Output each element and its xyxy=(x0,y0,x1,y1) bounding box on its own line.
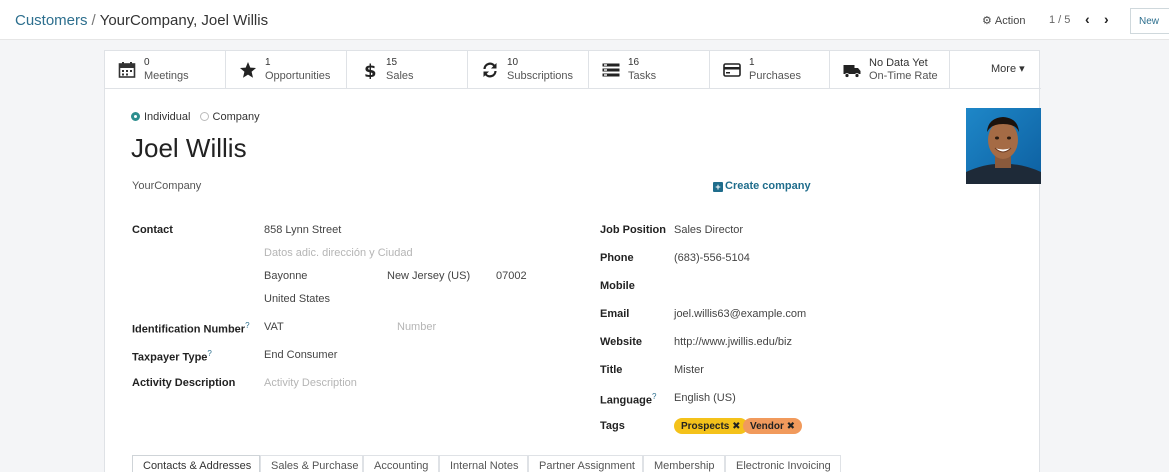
tag-vendor[interactable]: Vendor ✖ xyxy=(743,418,803,434)
email-field[interactable]: joel.willis63@example.com xyxy=(674,308,806,320)
subscriptions-count: 10 xyxy=(507,57,519,68)
meetings-label: Meetings xyxy=(144,70,189,82)
individual-option[interactable]: Individual xyxy=(131,111,190,123)
create-company-button[interactable]: + Create company xyxy=(713,180,811,192)
svg-text:$: $ xyxy=(364,61,377,79)
phone-label: Phone xyxy=(600,252,634,264)
parent-company-field[interactable]: YourCompany xyxy=(132,180,201,192)
title-select[interactable]: Mister xyxy=(674,364,704,376)
calendar-icon xyxy=(118,62,136,78)
sales-smart-button[interactable]: $ 15 Sales xyxy=(347,51,468,88)
breadcrumb-current: YourCompany, Joel Willis xyxy=(99,12,269,29)
plus-square-icon: + xyxy=(713,182,723,192)
star-icon xyxy=(240,62,256,78)
country-field[interactable]: United States xyxy=(264,293,330,305)
meetings-count: 0 xyxy=(144,57,150,68)
sales-label: Sales xyxy=(386,70,414,82)
opportunities-label: Opportunities xyxy=(265,70,331,82)
activity-description-input[interactable]: Activity Description xyxy=(264,377,357,389)
smart-button-box: 0 Meetings 1 Opportunities $ 15 Sales 10… xyxy=(105,51,1041,89)
identification-number-input[interactable]: Number xyxy=(397,321,436,333)
city-field[interactable]: Bayonne xyxy=(264,270,307,282)
identification-number-label: Identification Number? xyxy=(132,321,250,336)
street-field[interactable]: 858 Lynn Street xyxy=(264,224,341,236)
purchases-smart-button[interactable]: 1 Purchases xyxy=(710,51,830,88)
email-label: Email xyxy=(600,308,630,320)
on-time-rate-smart-button[interactable]: No Data Yet On-Time Rate xyxy=(830,51,950,88)
avatar[interactable] xyxy=(966,108,1041,184)
chevron-right-icon[interactable]: › xyxy=(1104,11,1109,27)
breadcrumb: Customers / YourCompany, Joel Willis xyxy=(15,12,268,29)
action-label: Action xyxy=(994,15,1026,27)
action-button[interactable]: ⚙ Action xyxy=(982,14,1025,27)
mobile-label: Mobile xyxy=(600,280,635,292)
chevron-left-icon[interactable]: ‹ xyxy=(1085,11,1090,27)
purchases-count: 1 xyxy=(749,57,755,68)
tasks-smart-button[interactable]: 16 Tasks xyxy=(589,51,710,88)
more-dropdown-button[interactable]: More ▾ xyxy=(950,51,1041,88)
title-label: Title xyxy=(600,364,623,376)
avatar-photo-icon xyxy=(966,108,1041,184)
tab-membership[interactable]: Membership xyxy=(643,455,725,472)
zip-field[interactable]: 07002 xyxy=(496,270,527,282)
help-icon[interactable]: ? xyxy=(652,392,656,401)
opportunities-smart-button[interactable]: 1 Opportunities xyxy=(226,51,347,88)
activity-description-label: Activity Description xyxy=(132,377,236,389)
truck-icon xyxy=(843,65,861,78)
tag-prospects[interactable]: Prospects ✖ xyxy=(674,418,748,434)
tab-internal-notes[interactable]: Internal Notes xyxy=(439,455,528,472)
state-field[interactable]: New Jersey (US) xyxy=(387,270,470,282)
gear-icon: ⚙ xyxy=(982,15,992,27)
phone-field[interactable]: (683)-556-5104 xyxy=(674,252,750,264)
taxpayer-type-label: Taxpayer Type? xyxy=(132,349,212,364)
tasks-icon xyxy=(602,63,620,77)
identification-type-select[interactable]: VAT xyxy=(264,321,284,333)
purchases-label: Purchases xyxy=(749,70,801,82)
refresh-icon xyxy=(483,62,497,78)
taxpayer-type-select[interactable]: End Consumer xyxy=(264,349,337,361)
street2-field[interactable]: Datos adic. dirección y Ciudad xyxy=(264,247,413,259)
tasks-count: 16 xyxy=(628,57,640,68)
tasks-label: Tasks xyxy=(628,70,657,82)
radio-selected-icon xyxy=(131,112,140,121)
job-position-label: Job Position xyxy=(600,224,666,236)
radio-empty-icon xyxy=(199,112,209,121)
form-sheet: 0 Meetings 1 Opportunities $ 15 Sales 10… xyxy=(104,50,1041,472)
credit-card-icon xyxy=(723,63,741,77)
tab-contacts-addresses[interactable]: Contacts & Addresses xyxy=(132,455,260,472)
subscriptions-label: Subscriptions xyxy=(507,70,574,82)
website-field[interactable]: http://www.jwillis.edu/biz xyxy=(674,336,792,348)
meetings-smart-button[interactable]: 0 Meetings xyxy=(105,51,226,88)
language-select[interactable]: English (US) xyxy=(674,392,736,404)
breadcrumb-parent-link[interactable]: Customers xyxy=(15,12,88,29)
on-time-rate-value: No Data Yet xyxy=(869,57,928,69)
company-option[interactable]: Company xyxy=(199,111,260,123)
opportunities-count: 1 xyxy=(265,57,271,68)
tab-electronic-invoicing[interactable]: Electronic Invoicing xyxy=(725,455,841,472)
pager-value[interactable]: 1 / 5 xyxy=(1049,14,1070,26)
new-button[interactable]: New xyxy=(1130,8,1169,34)
tab-partner-assignment[interactable]: Partner Assignment xyxy=(528,455,643,472)
control-panel: Customers / YourCompany, Joel Willis ⚙ Acti… xyxy=(0,0,1169,40)
help-icon[interactable]: ? xyxy=(207,349,211,358)
breadcrumb-separator: / xyxy=(91,12,96,29)
partner-name-field[interactable]: Joel Willis xyxy=(131,133,247,164)
contact-label: Contact xyxy=(132,224,173,236)
tab-sales-purchase[interactable]: Sales & Purchase xyxy=(260,455,363,472)
website-label: Website xyxy=(600,336,642,348)
job-position-field[interactable]: Sales Director xyxy=(674,224,743,236)
tab-accounting[interactable]: Accounting xyxy=(363,455,439,472)
more-label: More ▾ xyxy=(991,63,1025,75)
on-time-rate-label: On-Time Rate xyxy=(869,70,938,82)
tags-label: Tags xyxy=(600,420,625,432)
subscriptions-smart-button[interactable]: 10 Subscriptions xyxy=(468,51,589,88)
sales-count: 15 xyxy=(386,57,398,68)
help-icon[interactable]: ? xyxy=(245,321,249,330)
dollar-icon: $ xyxy=(364,61,377,79)
language-label: Language? xyxy=(600,392,657,407)
company-type-radio: Individual Company xyxy=(131,111,260,123)
